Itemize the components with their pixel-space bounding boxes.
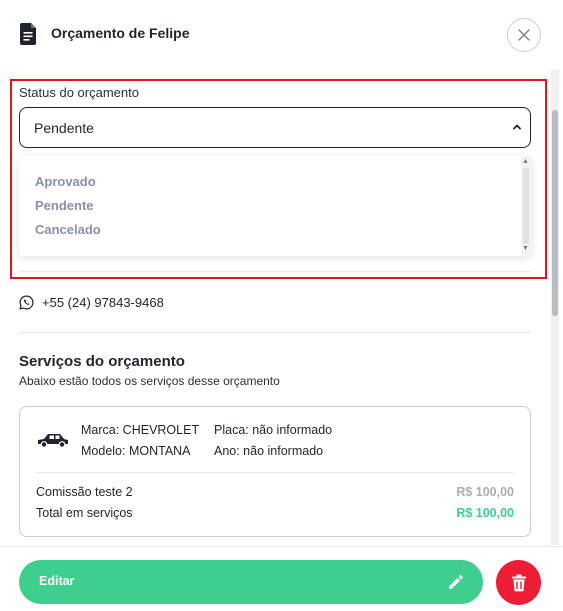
total-label: Total em serviços xyxy=(36,506,133,520)
vehicle-plate: Placa: não informado xyxy=(214,423,333,437)
service-item-price: R$ 100,00 xyxy=(456,485,514,499)
service-card: Marca: CHEVROLET Modelo: MONTANA Placa: … xyxy=(19,406,531,537)
services-title: Serviços do orçamento xyxy=(19,353,185,370)
card-divider xyxy=(36,472,514,473)
trash-icon xyxy=(511,574,526,591)
delete-button[interactable] xyxy=(496,560,541,605)
vehicle-brand: Marca: CHEVROLET xyxy=(81,423,200,437)
pencil-icon xyxy=(449,575,463,589)
services-subtitle: Abaixo estão todos os serviços desse orç… xyxy=(19,374,280,388)
whatsapp-icon xyxy=(19,295,34,309)
close-button[interactable] xyxy=(507,18,541,52)
status-option-cancelado[interactable]: Cancelado xyxy=(35,222,101,237)
document-icon xyxy=(20,23,36,45)
page-scrollbar[interactable] xyxy=(551,70,559,545)
close-icon xyxy=(518,29,530,41)
status-select[interactable]: Pendente xyxy=(19,107,531,148)
page-scrollbar-thumb[interactable] xyxy=(552,110,558,316)
scroll-up-arrow-icon[interactable]: ▲ xyxy=(522,158,529,166)
status-option-pendente[interactable]: Pendente xyxy=(35,198,94,213)
phone-number[interactable]: +55 (24) 97843-9468 xyxy=(42,295,164,310)
car-icon xyxy=(38,434,68,448)
modal-header: Orçamento de Felipe xyxy=(0,0,563,70)
status-option-aprovado[interactable]: Aprovado xyxy=(35,174,96,189)
phone-row: +55 (24) 97843-9468 xyxy=(19,292,164,312)
vehicle-year: Ano: não informado xyxy=(214,444,324,458)
edit-button-label: Editar xyxy=(39,574,75,588)
status-label: Status do orçamento xyxy=(19,85,139,100)
status-select-value: Pendente xyxy=(34,120,94,136)
scroll-down-arrow-icon[interactable]: ▼ xyxy=(522,245,529,253)
service-item-name: Comissão teste 2 xyxy=(36,485,133,499)
footer-divider xyxy=(0,546,563,547)
edit-button[interactable]: Editar xyxy=(19,560,483,604)
vehicle-model: Modelo: MONTANA xyxy=(81,444,191,458)
divider xyxy=(19,271,531,272)
chevron-up-icon xyxy=(513,124,521,130)
page-title: Orçamento de Felipe xyxy=(51,25,190,41)
options-scrollbar-thumb[interactable] xyxy=(523,168,529,244)
options-scrollbar[interactable]: ▲ ▼ xyxy=(521,156,531,256)
status-options-list: Aprovado Pendente Cancelado ▲ ▼ xyxy=(19,156,531,256)
divider xyxy=(19,332,531,333)
total-value: R$ 100,00 xyxy=(456,506,514,520)
